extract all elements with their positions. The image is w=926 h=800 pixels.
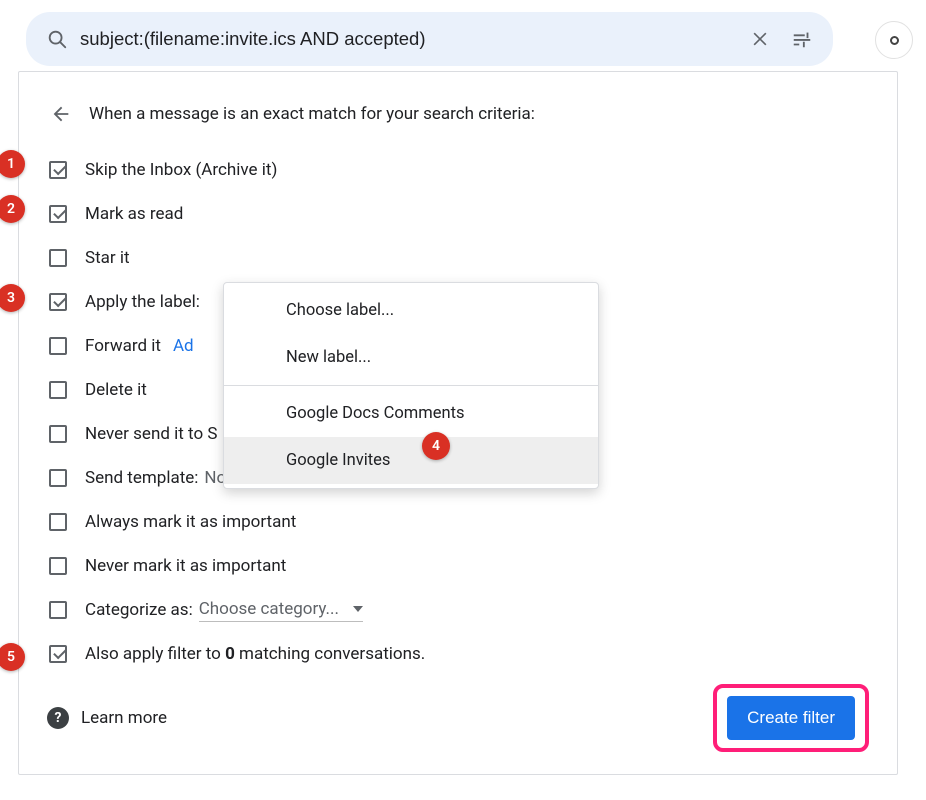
also-apply-count: 0 (225, 644, 235, 664)
dropdown-section-labels: Google Docs Comments Google Invites (224, 386, 598, 488)
label-never-important: Never mark it as important (85, 556, 286, 576)
help-icon[interactable]: ? (47, 707, 69, 729)
label-categorize: Categorize as: (85, 600, 193, 620)
checkbox-never-important[interactable] (49, 557, 67, 575)
checkbox-never-spam[interactable] (49, 425, 67, 443)
label-also-apply: Also apply filter to 0 matching conversa… (85, 644, 425, 664)
category-select[interactable]: Choose category... (199, 599, 363, 622)
tune-icon[interactable] (787, 24, 817, 54)
category-value: Choose category... (199, 599, 339, 619)
label-send-template: Send template: (85, 468, 198, 488)
also-apply-suffix: matching conversations. (235, 644, 425, 664)
search-bar (26, 12, 833, 66)
checkbox-categorize[interactable] (49, 601, 67, 619)
status-circle (875, 21, 913, 59)
dropdown-item-google-invites[interactable]: Google Invites (224, 437, 598, 484)
label-forward: Forward it (85, 336, 161, 356)
option-categorize: Categorize as: Choose category... (47, 588, 869, 632)
option-always-important: Always mark it as important (47, 500, 869, 544)
search-icon[interactable] (42, 28, 72, 50)
status-dot-icon (890, 36, 899, 45)
option-skip-inbox: Skip the Inbox (Archive it) (47, 148, 869, 192)
label-always-important: Always mark it as important (85, 512, 296, 532)
search-input[interactable] (72, 28, 739, 50)
label-mark-read: Mark as read (85, 204, 183, 224)
create-filter-button[interactable]: Create filter (727, 696, 855, 740)
chevron-down-icon (353, 606, 363, 612)
dropdown-section-top: Choose label... New label... (224, 283, 598, 385)
dropdown-choose-label[interactable]: Choose label... (224, 287, 598, 334)
option-never-important: Never mark it as important (47, 544, 869, 588)
create-filter-highlight: Create filter (713, 684, 869, 752)
header-text: When a message is an exact match for you… (89, 104, 535, 124)
checkbox-delete[interactable] (49, 381, 67, 399)
close-icon[interactable] (745, 24, 775, 54)
dropdown-new-label[interactable]: New label... (224, 334, 598, 381)
label-apply-label: Apply the label: (85, 292, 200, 312)
checkbox-always-important[interactable] (49, 513, 67, 531)
checkbox-mark-read[interactable] (49, 205, 67, 223)
checkbox-send-template[interactable] (49, 469, 67, 487)
panel-header: When a message is an exact match for you… (47, 100, 869, 128)
learn-more-link[interactable]: Learn more (81, 708, 167, 728)
dropdown-item-docs-comments[interactable]: Google Docs Comments (224, 390, 598, 437)
label-delete: Delete it (85, 380, 147, 400)
also-apply-prefix: Also apply filter to (85, 644, 225, 664)
checkbox-apply-label[interactable] (49, 293, 67, 311)
label-star: Star it (85, 248, 130, 268)
option-also-apply: Also apply filter to 0 matching conversa… (47, 632, 869, 676)
panel-footer: ? Learn more Create filter (47, 684, 869, 752)
option-star: Star it (47, 236, 869, 280)
label-never-spam: Never send it to S (85, 424, 217, 444)
checkbox-forward[interactable] (49, 337, 67, 355)
annotation-badge-4: 4 (422, 432, 450, 460)
label-dropdown: Choose label... New label... Google Docs… (223, 282, 599, 489)
checkbox-also-apply[interactable] (49, 645, 67, 663)
back-button[interactable] (47, 100, 75, 128)
checkbox-star[interactable] (49, 249, 67, 267)
forward-add-link[interactable]: Ad (173, 336, 194, 356)
option-mark-read: Mark as read (47, 192, 869, 236)
checkbox-skip-inbox[interactable] (49, 161, 67, 179)
label-skip-inbox: Skip the Inbox (Archive it) (85, 160, 277, 180)
